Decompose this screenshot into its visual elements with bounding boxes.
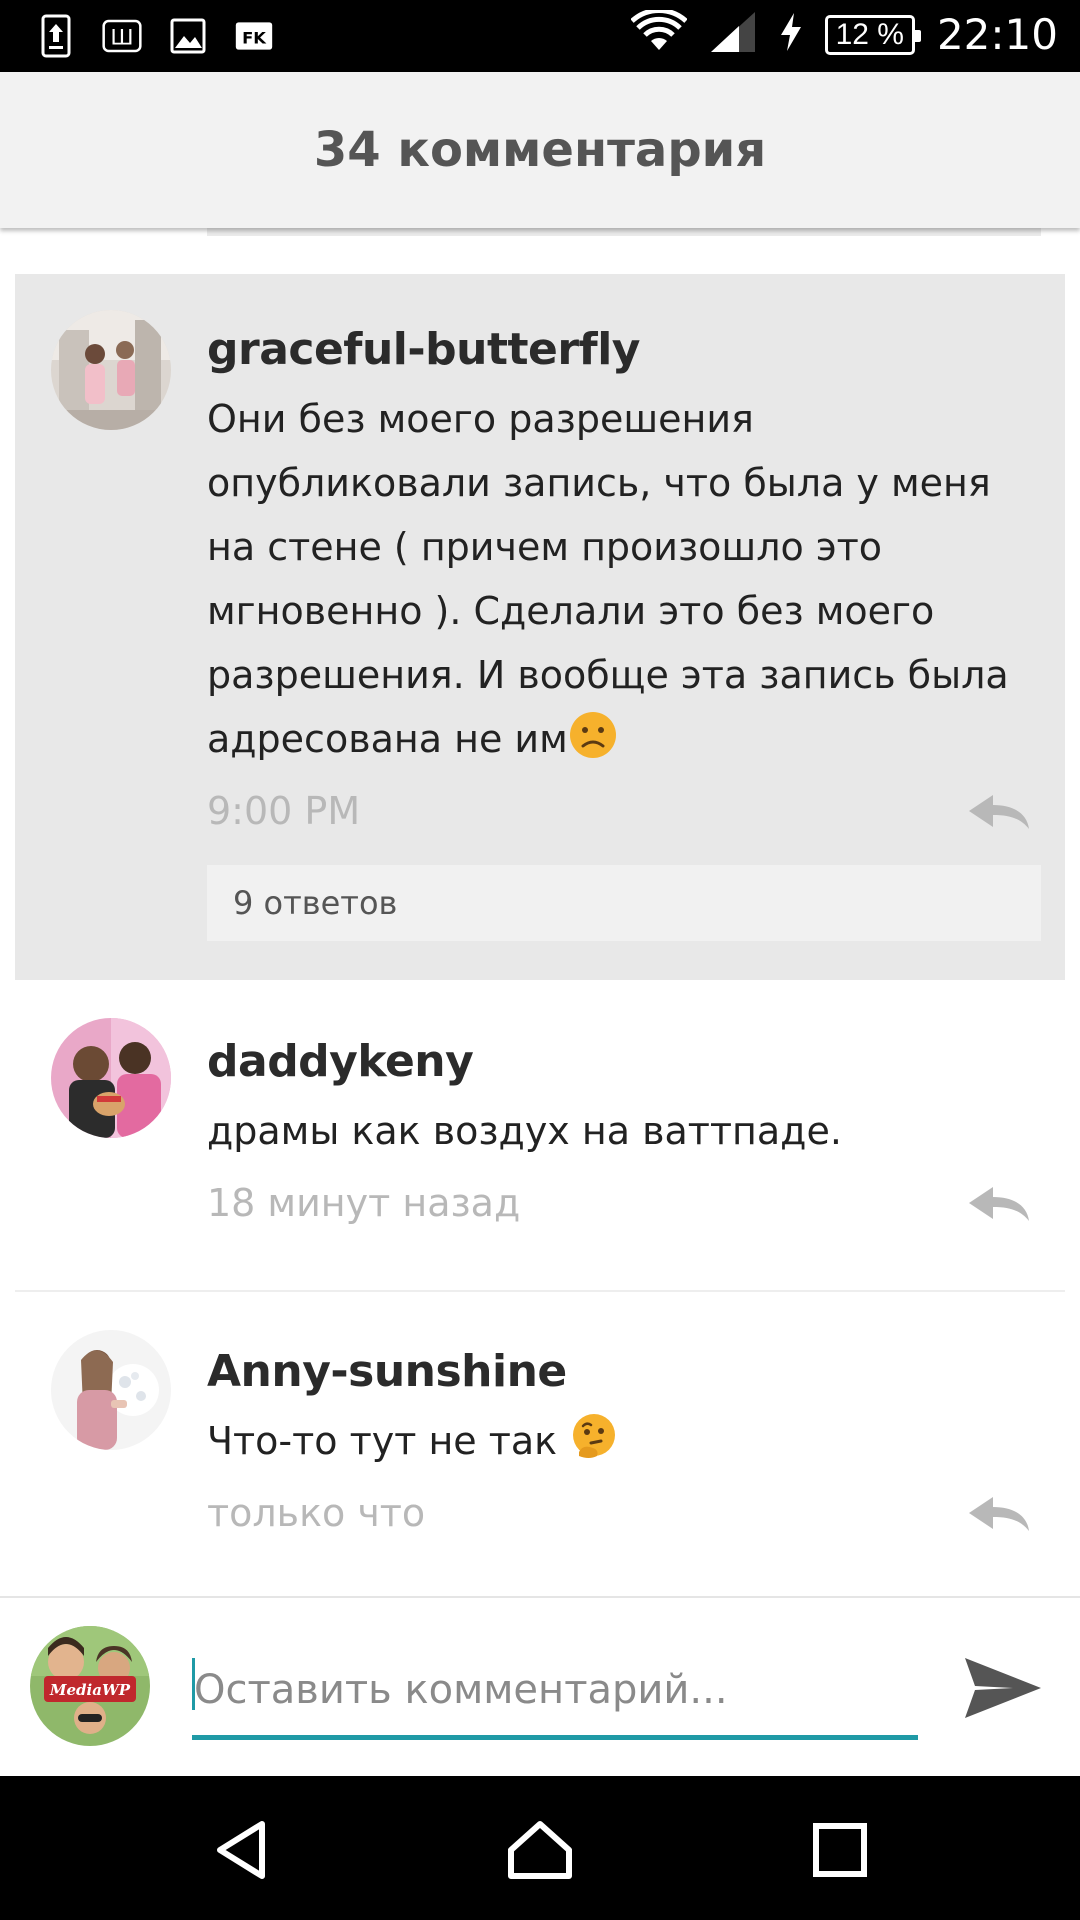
comment-timestamp: 18 минут назад <box>207 1181 521 1225</box>
fk-app-icon: FK <box>234 14 274 58</box>
back-icon <box>212 1820 272 1885</box>
previous-comment-remnant <box>15 228 1065 274</box>
back-button[interactable] <box>202 1812 282 1892</box>
comment-text: Что-то тут не так <box>207 1409 1041 1473</box>
comment-text-content: Они без моего разрешения опубликовали за… <box>207 397 1009 761</box>
image-icon <box>168 14 208 58</box>
avatar-label: MediaWP <box>49 1681 131 1699</box>
avatar[interactable] <box>51 310 171 430</box>
home-button[interactable] <box>500 1812 580 1892</box>
comment-composer: MediaWP <box>0 1596 1080 1776</box>
clock: 22:10 <box>936 10 1058 59</box>
wattpad-glyph: Ш <box>110 25 133 50</box>
wifi-icon <box>629 8 688 59</box>
avatar[interactable] <box>51 1330 171 1450</box>
recents-button[interactable] <box>800 1812 880 1892</box>
reply-icon[interactable] <box>967 1185 1031 1225</box>
comment-item[interactable]: Anny-sunshine Что-то тут не так только ч… <box>15 1292 1065 1596</box>
thinking-face-emoji <box>569 1412 619 1462</box>
comment-text: драмы как воздух на ваттпаде. <box>207 1099 1041 1163</box>
comment-username[interactable]: graceful-butterfly <box>207 324 1041 375</box>
page-title: 34 комментария <box>313 122 767 178</box>
comment-input[interactable] <box>192 1650 918 1730</box>
system-nav-bar <box>0 1776 1080 1920</box>
battery-level: 12 % <box>835 17 904 51</box>
send-button[interactable] <box>960 1650 1046 1730</box>
fk-glyph: FK <box>242 28 267 47</box>
upload-icon <box>36 14 76 58</box>
comment-timestamp: 9:00 PM <box>207 789 361 833</box>
comment-text-content: Что-то тут не так <box>207 1419 558 1463</box>
my-avatar[interactable]: MediaWP <box>30 1626 150 1746</box>
reply-icon[interactable] <box>967 1495 1031 1535</box>
comment-list[interactable]: graceful-butterfly Они без моего разреше… <box>15 228 1065 1596</box>
comment-input-wrapper <box>192 1650 918 1740</box>
avatar[interactable] <box>51 1018 171 1138</box>
status-bar: Ш FK 12 % 22:10 <box>0 0 1080 72</box>
comment-text: Они без моего разрешения опубликовали за… <box>207 387 1041 771</box>
comment-timestamp: только что <box>207 1491 426 1535</box>
comment-item[interactable]: daddykeny драмы как воздух на ваттпаде. … <box>15 980 1065 1292</box>
send-icon <box>963 1656 1043 1725</box>
wattpad-icon: Ш <box>102 14 142 58</box>
view-replies-button[interactable]: 9 ответов <box>207 865 1041 941</box>
comment-username[interactable]: Anny-sunshine <box>207 1346 1041 1397</box>
charging-icon <box>779 12 803 57</box>
home-icon <box>507 1820 573 1885</box>
signal-icon <box>709 10 757 59</box>
comment-item[interactable]: graceful-butterfly Они без моего разреше… <box>15 274 1065 980</box>
comments-header: 34 комментария <box>0 72 1080 228</box>
battery-indicator: 12 % <box>824 14 922 55</box>
replies-count-label: 9 ответов <box>233 884 398 922</box>
comment-username[interactable]: daddykeny <box>207 1036 1041 1087</box>
comment-text-content: драмы как воздух на ваттпаде. <box>207 1109 842 1153</box>
recents-icon <box>812 1822 868 1883</box>
frowning-face-emoji <box>568 710 618 760</box>
reply-icon[interactable] <box>967 793 1031 833</box>
